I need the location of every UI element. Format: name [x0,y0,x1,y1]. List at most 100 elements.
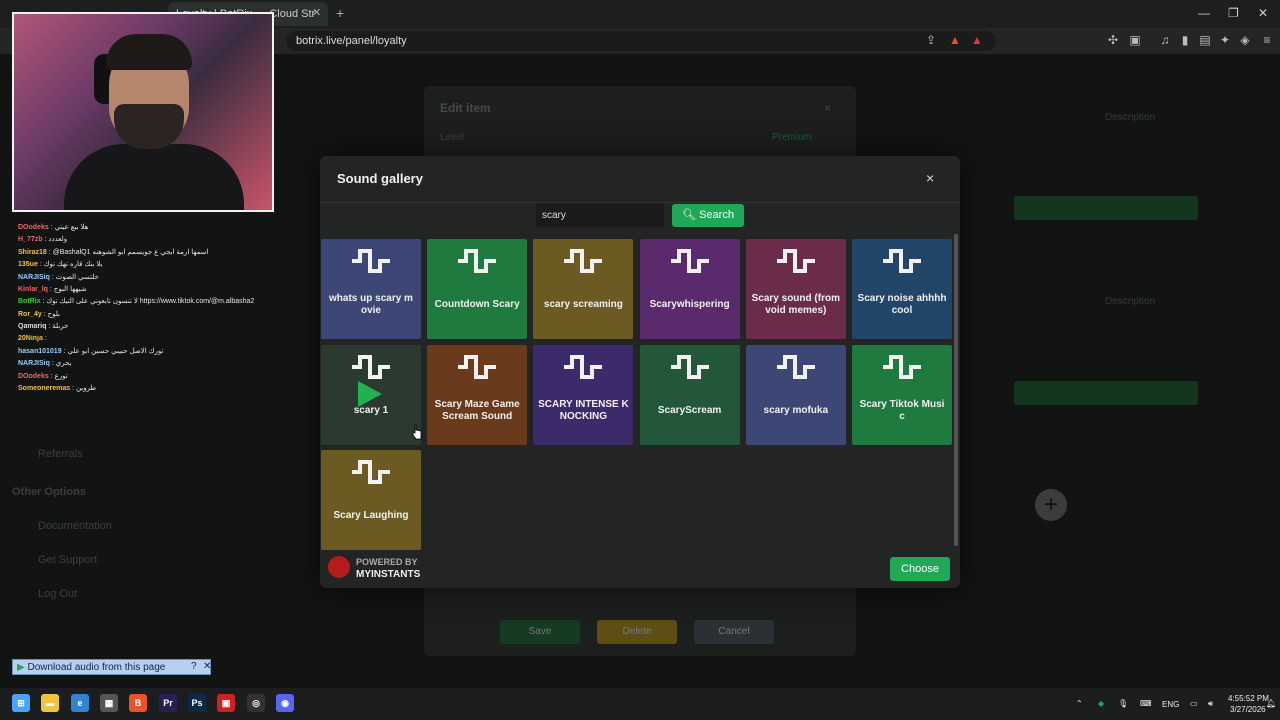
vpn-icon[interactable]: ◈ [1238,33,1252,47]
chat-line: Kinlar_lq : شيهها البوج [18,285,268,293]
obs-icon[interactable]: ◎ [247,694,265,712]
chat-username[interactable]: Qamariq [18,323,46,330]
edit-reward-button-2[interactable] [1014,381,1198,405]
new-tab-icon[interactable]: + [336,5,344,21]
chat-message: : يلا بنك قاره تهك توك [39,261,103,269]
download-audio-bar[interactable]: ▶ Download audio from this page ? ✕ [12,659,211,675]
scrollbar[interactable] [954,234,958,546]
sound-wave-icon [456,248,498,274]
volume-icon[interactable]: 🔊︎ [1208,699,1213,709]
tray-chevron-icon[interactable]: ⌃ [1076,699,1083,708]
chat-username[interactable]: 135ue [18,261,38,268]
discord-icon[interactable]: ◉ [276,694,294,712]
chat-username[interactable]: DOodeks [18,373,49,380]
store-icon[interactable]: ▦ [100,694,118,712]
sound-tile[interactable]: Scary Maze Game Scream Sound [427,344,528,445]
chat-username[interactable]: Ror_4y [18,311,42,318]
clock-time[interactable]: 4:55:52 PM [1228,694,1269,703]
premiere-icon[interactable]: Pr [159,694,177,712]
help-icon[interactable]: ? [191,661,197,672]
sound-tile[interactable]: Scary noise ahhhh cool [852,239,952,339]
tray-app-icon[interactable]: ◆ [1098,699,1104,708]
sidebar-icon[interactable]: ▮ [1178,33,1192,47]
sound-wave-icon [669,354,711,380]
menu-referrals[interactable]: Referrals [38,448,83,460]
screenshot-icon[interactable]: ▣ [1128,33,1142,47]
edit-item-close-icon[interactable]: × [824,101,831,115]
minimize-icon[interactable]: — [1198,6,1210,20]
chat-username[interactable]: NARJISiq [18,274,50,281]
sound-tile[interactable]: scary 1 [321,344,421,445]
tab-close-icon[interactable]: ✕ [312,6,321,19]
sound-tile[interactable]: Countdown Scary [427,239,528,339]
download-audio-label[interactable]: Download audio from this page [27,662,165,673]
clock-date[interactable]: 3/27/2026 [1230,705,1266,714]
language-indicator[interactable]: ENG [1162,700,1179,709]
microphone-icon[interactable]: 🎙︎ [1118,699,1128,708]
chat-username[interactable]: H_77zb [18,236,43,243]
sound-tile[interactable]: scary screaming [533,239,634,339]
brave-shield-icon[interactable]: ▲ [948,33,962,47]
address-bar[interactable]: botrix.live/panel/loyalty [286,31,996,51]
windows-start-icon[interactable]: ⊞ [12,694,30,712]
sound-tile[interactable]: Scarywhispering [639,239,740,339]
sound-label: Scarywhispering [649,299,730,310]
search-input[interactable] [536,203,664,227]
search-button[interactable]: 🔍︎ Search [672,204,744,227]
extensions-icon[interactable]: ✣ [1106,33,1120,47]
webcam-overlay [12,12,274,212]
choose-button[interactable]: Choose [890,557,950,581]
chat-username[interactable]: Shiraz18 [18,249,47,256]
chat-username[interactable]: DOodeks [18,224,49,231]
chat-line: DOodeks : تورع [18,372,268,380]
dl-close-icon[interactable]: ✕ [203,661,211,672]
sound-tile[interactable]: ScaryScream [639,344,740,445]
brave-icon[interactable]: B [129,694,147,712]
play-icon[interactable] [358,380,382,407]
wallet-icon[interactable]: ▤ [1198,33,1212,47]
window-close-icon[interactable]: ✕ [1258,6,1268,20]
sound-tile[interactable]: Scary Laughing [321,450,421,550]
app-red-icon[interactable]: ▣ [217,694,235,712]
network-icon[interactable]: ▭ [1190,699,1198,708]
chat-username[interactable]: NARJISiq [18,360,50,367]
sound-tile[interactable]: SCARY INTENSE K NOCKING [533,344,634,445]
media-icon[interactable]: ♫ [1158,33,1172,47]
chat-username[interactable]: Kinlar_lq [18,286,48,293]
sound-wave-icon [881,354,923,380]
save-button[interactable]: Save [500,620,580,644]
chat-username[interactable]: 20Ninja [18,335,43,342]
chat-username[interactable]: hasan101019 [18,348,62,355]
restore-icon[interactable]: ❐ [1228,6,1239,20]
sound-tile[interactable]: whats up scary m ovie [321,239,421,339]
brave-rewards-icon[interactable]: ▲ [970,33,984,47]
share-icon[interactable]: ⇪ [924,33,938,47]
sound-gallery-modal: Sound gallery × 🔍︎ Search whats up scary… [320,156,960,588]
description-label-1: Description [1105,112,1156,123]
sound-wave-icon [881,248,923,274]
sound-tile[interactable]: scary mofuka [745,344,846,445]
cancel-button[interactable]: Cancel [694,620,774,644]
menu-documentation[interactable]: Documentation [38,520,112,532]
edit-reward-button-1[interactable] [1014,196,1198,220]
chat-message: : تورع [50,372,68,380]
photoshop-icon[interactable]: Ps [188,694,206,712]
add-reward-icon[interactable]: + [1035,489,1067,521]
chat-message: : خلتسي الصوت [51,273,99,281]
menu-log-out[interactable]: Log Out [38,588,77,600]
chat-username[interactable]: BotRix [18,298,41,305]
notifications-icon[interactable]: 🔔︎ [1266,699,1276,708]
premium-label: Premium [772,132,813,143]
close-icon[interactable]: × [926,170,934,186]
sound-label: whats up scary m ovie [329,293,413,316]
chat-username[interactable]: Someoneremas [18,385,70,392]
file-explorer-icon[interactable]: ▬ [41,694,59,712]
menu-get-support[interactable]: Get Support [38,554,97,566]
sound-tile[interactable]: Scary sound (from void memes) [745,239,846,339]
menu-icon[interactable]: ≡ [1260,33,1274,47]
sound-tile[interactable]: Scary Tiktok Musi c [852,344,952,445]
delete-button[interactable]: Delete [597,620,677,644]
keyboard-icon[interactable]: ⌨ [1140,699,1152,708]
edge-icon[interactable]: e [71,694,89,712]
leo-ai-icon[interactable]: ✦ [1218,33,1232,47]
